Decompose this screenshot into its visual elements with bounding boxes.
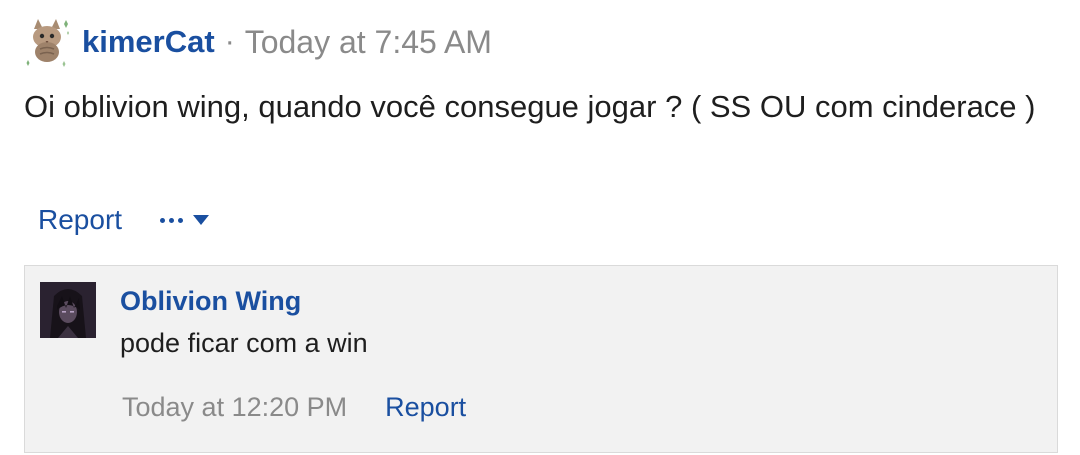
post-timestamp[interactable]: Today at 7:45 AM [245, 24, 492, 61]
post-message: Oi oblivion wing, quando você consegue j… [24, 89, 1036, 124]
caret-down-icon [193, 215, 210, 225]
reply-message: pode ficar com a win [120, 328, 368, 358]
report-button[interactable]: Report [38, 204, 122, 236]
reply-author-link[interactable]: Oblivion Wing [120, 286, 301, 317]
comment-thread: kimerCat · Today at 7:45 AM Oi oblivion … [0, 0, 1080, 455]
reply-footer: Today at 12:20 PM Report [122, 392, 466, 423]
reply-timestamp[interactable]: Today at 12:20 PM [122, 392, 347, 423]
more-options-button[interactable] [160, 215, 210, 225]
reply-container: Oblivion Wing pode ficar com a win Today… [24, 265, 1058, 453]
dark-character-avatar-icon[interactable] [40, 282, 96, 338]
header-separator: · [224, 25, 235, 58]
post-header: kimerCat · Today at 7:45 AM [22, 14, 492, 70]
post-author-link[interactable]: kimerCat [82, 24, 215, 60]
ellipsis-icon [160, 217, 187, 223]
reply-report-button[interactable]: Report [385, 392, 466, 423]
cat-avatar-icon[interactable] [22, 17, 72, 67]
post-actions: Report [38, 200, 210, 240]
